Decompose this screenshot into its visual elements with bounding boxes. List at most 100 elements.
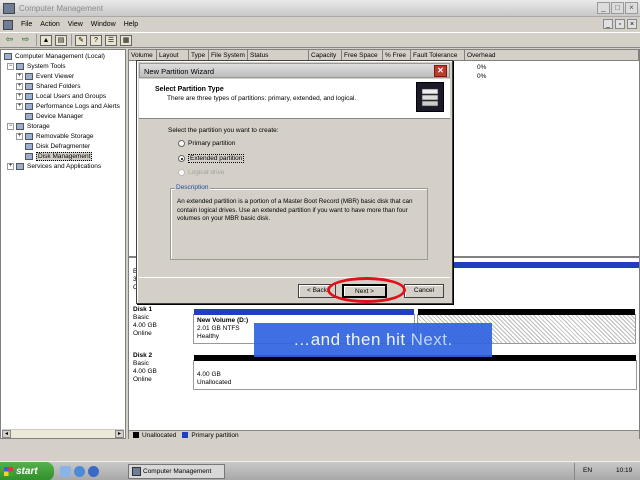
tree-item-local-users-groups[interactable]: + Local Users and Groups (16, 91, 106, 101)
tree-item-computer-management[interactable]: Computer Management (Local) (4, 51, 105, 61)
system-menu-icon[interactable] (3, 19, 13, 30)
tree-item-disk-defragmenter[interactable]: Disk Defragmenter (25, 141, 90, 151)
child-window-controls: _ ▫ × (603, 19, 637, 29)
child-restore-button[interactable]: ▫ (615, 19, 625, 29)
menu-window[interactable]: Window (91, 21, 116, 28)
toolbar-separator (71, 34, 72, 46)
child-minimize-button[interactable]: _ (603, 19, 613, 29)
users-icon (25, 92, 33, 100)
disk-name: Disk 1 (133, 306, 153, 313)
child-close-button[interactable]: × (627, 19, 637, 29)
disk-label: Disk 2 Basic 4.00 GB Online (133, 352, 157, 384)
list-view-icon[interactable]: ☰ (105, 34, 117, 46)
caption-emphasis: Next. (410, 330, 453, 349)
menu-help[interactable]: Help (124, 21, 138, 28)
show-tree-icon[interactable]: ▤ (55, 34, 67, 46)
computer-icon (4, 52, 12, 60)
tree-item-device-manager[interactable]: Device Manager (25, 111, 83, 121)
tree-item-disk-management[interactable]: Disk Management (25, 151, 93, 161)
radio-extended-partition[interactable]: Extended partition (178, 154, 245, 163)
expand-icon[interactable]: + (7, 162, 14, 170)
window-title: Computer Management (19, 3, 104, 13)
up-level-icon[interactable]: ▲ (40, 34, 52, 46)
expand-icon[interactable]: + (16, 72, 23, 80)
next-button-highlight (327, 277, 406, 303)
disk-stack-icon (416, 82, 444, 112)
clock[interactable]: 10:19 (616, 467, 632, 474)
properties-icon[interactable]: ✎ (75, 34, 87, 46)
storage-icon (16, 122, 24, 130)
collapse-icon[interactable]: − (7, 122, 14, 130)
tree-horizontal-scrollbar[interactable]: ◂ ▸ (2, 429, 124, 438)
partition-unallocated[interactable]: 4.00 GB Unallocated (193, 355, 637, 390)
window-controls: _ □ × (597, 2, 638, 14)
scroll-right-icon[interactable]: ▸ (115, 430, 124, 438)
console-tree: Computer Management (Local) − System Too… (0, 49, 126, 439)
radio-circle[interactable] (178, 140, 185, 147)
wizard-heading: Select Partition Type (155, 86, 224, 93)
defragmenter-icon (25, 142, 33, 150)
tree-item-system-tools[interactable]: − System Tools (7, 61, 66, 71)
tree-item-shared-folders[interactable]: + Shared Folders (16, 81, 80, 91)
system-tray: EN 10:19 (574, 463, 640, 480)
caption-text: …and then hit (293, 330, 406, 349)
collapse-icon[interactable]: − (7, 62, 14, 70)
tree-item-services-applications[interactable]: + Services and Applications (7, 161, 101, 171)
internet-explorer-icon[interactable] (74, 466, 85, 477)
toolbar-separator (36, 34, 37, 46)
scroll-left-icon[interactable]: ◂ (2, 430, 11, 438)
disk-status: Online (133, 376, 152, 383)
menu-view[interactable]: View (68, 21, 83, 28)
minimize-button[interactable]: _ (597, 2, 610, 14)
back-arrow-icon[interactable]: ⇦ (3, 34, 16, 46)
show-desktop-icon[interactable] (60, 466, 71, 477)
event-viewer-icon (25, 72, 33, 80)
detail-view-icon[interactable]: ▦ (120, 34, 132, 46)
taskbar: start Computer Management EN 10:19 (0, 461, 640, 480)
toolbar: ⇦ ⇨ ▲ ▤ ✎ ? ☰ ▦ (0, 32, 640, 48)
tree-item-performance-logs[interactable]: + Performance Logs and Alerts (16, 101, 120, 111)
computer-management-icon (3, 2, 15, 14)
disk-size: 4.00 GB (133, 322, 157, 329)
task-label: Computer Management (143, 468, 212, 475)
expand-icon[interactable]: + (16, 132, 23, 140)
close-button[interactable]: × (625, 2, 638, 14)
radio-primary-partition[interactable]: Primary partition (178, 140, 235, 147)
maximize-button[interactable]: □ (611, 2, 624, 14)
legend-unallocated: Unallocated (142, 431, 177, 439)
wizard-close-button[interactable]: ✕ (434, 65, 447, 77)
tree-item-event-viewer[interactable]: + Event Viewer (16, 71, 74, 81)
radio-label: Primary partition (188, 140, 236, 147)
partition-color-bar (418, 309, 635, 315)
radio-circle[interactable] (178, 155, 185, 162)
forward-arrow-icon[interactable]: ⇨ (19, 34, 32, 46)
expand-icon[interactable]: + (16, 82, 23, 90)
computer-management-icon (132, 467, 141, 476)
taskbar-computer-management[interactable]: Computer Management (128, 464, 225, 479)
tree-item-removable-storage[interactable]: + Removable Storage (16, 131, 93, 141)
description-group: Description An extended partition is a p… (170, 184, 428, 260)
primary-partition-swatch (182, 432, 189, 438)
disk-type: Basic (133, 314, 149, 321)
wizard-title: New Partition Wizard (144, 67, 215, 76)
help-icon[interactable]: ? (90, 34, 102, 46)
cancel-button[interactable]: Cancel (404, 284, 444, 298)
partition-detail: 4.00 GB (197, 371, 221, 378)
disk-type: Basic (133, 360, 149, 367)
disk-row[interactable]: Disk 2 Basic 4.00 GB Online 4.00 GB Unal… (129, 352, 639, 396)
menu-action[interactable]: Action (40, 21, 59, 28)
description-text: An extended partition is a portion of a … (177, 198, 413, 222)
tree-item-storage[interactable]: − Storage (7, 121, 50, 131)
expand-icon[interactable]: + (16, 102, 23, 110)
language-indicator[interactable]: EN (583, 467, 592, 474)
disk-size: 4.00 GB (133, 368, 157, 375)
expand-icon[interactable]: + (16, 92, 23, 100)
new-partition-wizard: New Partition Wizard ✕ Select Partition … (136, 60, 453, 304)
column-overhead[interactable]: Overhead (465, 50, 639, 61)
wizard-prompt: Select the partition you want to create: (168, 127, 279, 134)
start-button[interactable]: start (0, 462, 54, 480)
menu-file[interactable]: File (21, 21, 32, 28)
legend: Unallocated Primary partition (129, 430, 639, 439)
services-icon (16, 162, 24, 170)
media-player-icon[interactable] (88, 466, 99, 477)
